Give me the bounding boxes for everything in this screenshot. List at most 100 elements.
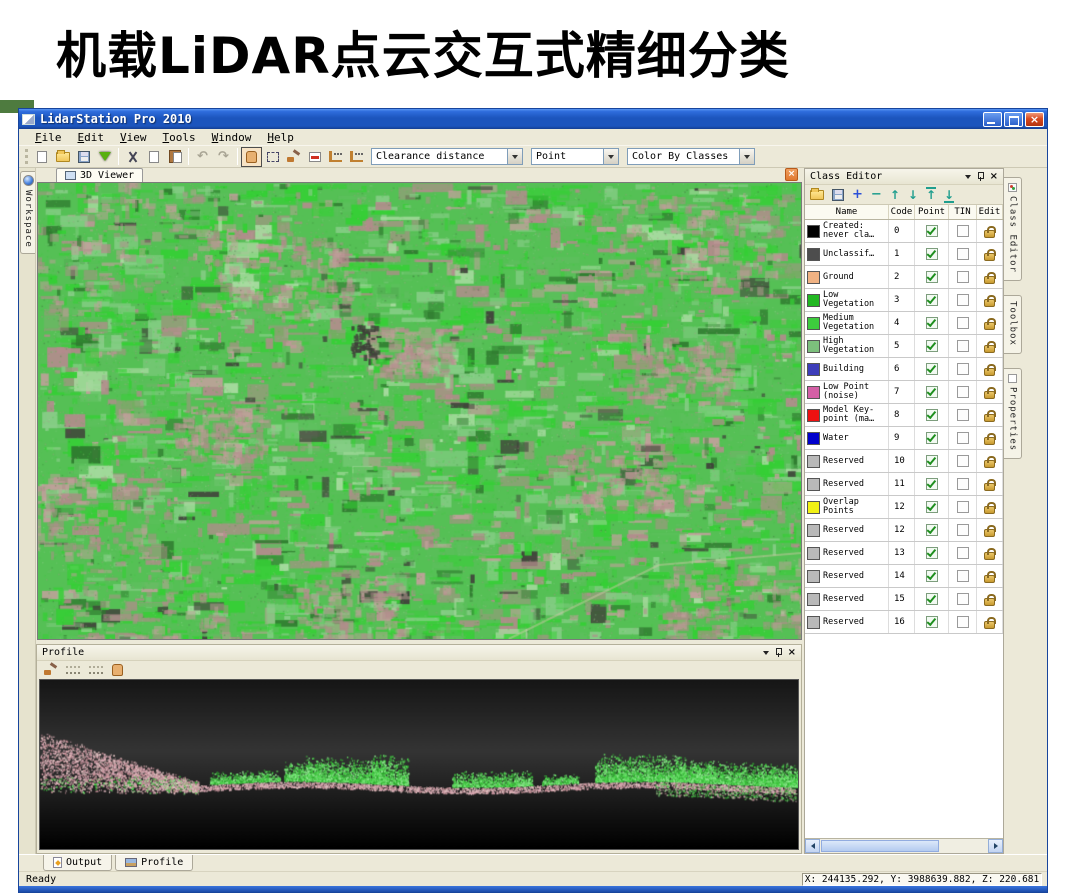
class-row[interactable]: Reserved 14 bbox=[805, 565, 1003, 588]
viewer-close-button[interactable]: × bbox=[785, 168, 798, 181]
profile-brush-icon[interactable] bbox=[44, 664, 57, 675]
tin-checkbox[interactable] bbox=[956, 616, 969, 628]
class-row[interactable]: Ground 2 bbox=[805, 266, 1003, 289]
tin-checkbox[interactable] bbox=[956, 501, 969, 513]
tin-checkbox[interactable] bbox=[956, 432, 969, 444]
load-classes-icon[interactable] bbox=[810, 187, 824, 200]
point-checkbox[interactable] bbox=[925, 593, 938, 605]
move-bottom-icon[interactable]: ↓ bbox=[944, 189, 955, 203]
point-checkbox[interactable] bbox=[925, 478, 938, 490]
tab-properties[interactable]: Properties bbox=[1004, 367, 1022, 460]
minimize-button[interactable] bbox=[983, 111, 1002, 127]
tin-checkbox[interactable] bbox=[956, 409, 969, 421]
lock-icon[interactable] bbox=[984, 616, 996, 629]
class-row[interactable]: Building 6 bbox=[805, 358, 1003, 381]
point-checkbox[interactable] bbox=[925, 386, 938, 398]
tab-profile[interactable]: Profile bbox=[115, 855, 194, 871]
remove-class-icon[interactable]: − bbox=[871, 188, 882, 201]
lock-icon[interactable] bbox=[984, 593, 996, 606]
point-checkbox[interactable] bbox=[925, 294, 938, 306]
close-icon[interactable]: × bbox=[990, 171, 998, 182]
close-button[interactable]: × bbox=[1025, 111, 1044, 127]
class-row[interactable]: Water 9 bbox=[805, 427, 1003, 450]
lock-icon[interactable] bbox=[984, 340, 996, 353]
tin-checkbox[interactable] bbox=[956, 294, 969, 306]
menu-edit[interactable]: Edit bbox=[70, 131, 113, 144]
class-row[interactable]: Model Key-point (ma… 8 bbox=[805, 404, 1003, 427]
open-button[interactable] bbox=[52, 147, 73, 167]
menu-help[interactable]: Help bbox=[259, 131, 302, 144]
menu-view[interactable]: View bbox=[112, 131, 155, 144]
chevron-down-icon[interactable] bbox=[739, 149, 754, 164]
tab-toolbox[interactable]: Toolbox bbox=[1004, 295, 1022, 354]
move-down-icon[interactable]: ↓ bbox=[908, 189, 918, 201]
lock-icon[interactable] bbox=[984, 317, 996, 330]
new-file-button[interactable] bbox=[31, 147, 52, 167]
tin-checkbox[interactable] bbox=[956, 570, 969, 582]
point-checkbox[interactable] bbox=[925, 570, 938, 582]
pin-icon[interactable] bbox=[775, 647, 782, 658]
lock-icon[interactable] bbox=[984, 432, 996, 445]
workspace-tab[interactable]: Workspace bbox=[20, 171, 35, 254]
point-checkbox[interactable] bbox=[925, 317, 938, 329]
lock-icon[interactable] bbox=[984, 248, 996, 261]
point-checkbox[interactable] bbox=[925, 409, 938, 421]
lock-icon[interactable] bbox=[984, 225, 996, 238]
clearance-distance-combo[interactable]: Clearance distance bbox=[371, 148, 523, 165]
paste-button[interactable] bbox=[164, 147, 185, 167]
segment-tool-icon[interactable] bbox=[66, 665, 80, 674]
horizontal-scrollbar[interactable] bbox=[805, 838, 1003, 853]
class-row[interactable]: Reserved 15 bbox=[805, 588, 1003, 611]
tin-checkbox[interactable] bbox=[956, 593, 969, 605]
save-button[interactable] bbox=[73, 147, 94, 167]
point-checkbox[interactable] bbox=[925, 271, 938, 283]
scroll-right-icon[interactable] bbox=[988, 839, 1003, 853]
point-checkbox[interactable] bbox=[925, 340, 938, 352]
point-checkbox[interactable] bbox=[925, 616, 938, 628]
point-combo[interactable]: Point bbox=[531, 148, 619, 165]
tin-checkbox[interactable] bbox=[956, 363, 969, 375]
panel-menu-icon[interactable] bbox=[964, 174, 971, 179]
panel-menu-icon[interactable] bbox=[762, 650, 769, 655]
class-row[interactable]: Overlap Points 12 bbox=[805, 496, 1003, 519]
undo-button[interactable]: ↶ bbox=[192, 147, 213, 167]
menu-tools[interactable]: Tools bbox=[155, 131, 204, 144]
pan-button[interactable] bbox=[241, 146, 262, 167]
lock-icon[interactable] bbox=[984, 271, 996, 284]
class-row[interactable]: Reserved 16 bbox=[805, 611, 1003, 634]
point-checkbox[interactable] bbox=[925, 501, 938, 513]
class-row[interactable]: High Vegetation 5 bbox=[805, 335, 1003, 358]
profile-pan-icon[interactable] bbox=[112, 663, 123, 676]
add-class-icon[interactable]: + bbox=[852, 188, 863, 201]
titlebar[interactable]: LidarStation Pro 2010 × bbox=[19, 109, 1047, 129]
close-icon[interactable]: × bbox=[788, 647, 796, 658]
profile-tool-button[interactable] bbox=[325, 147, 346, 167]
slice-button[interactable] bbox=[304, 147, 325, 167]
color-by-combo[interactable]: Color By Classes bbox=[627, 148, 755, 165]
restore-button[interactable] bbox=[1004, 111, 1023, 127]
tin-checkbox[interactable] bbox=[956, 547, 969, 559]
point-checkbox[interactable] bbox=[925, 225, 938, 237]
lock-icon[interactable] bbox=[984, 294, 996, 307]
move-up-icon[interactable]: ↑ bbox=[890, 189, 900, 201]
tab-output[interactable]: Output bbox=[43, 855, 113, 871]
lock-icon[interactable] bbox=[984, 478, 996, 491]
segment-tool2-icon[interactable] bbox=[89, 665, 103, 674]
rect-select-button[interactable] bbox=[262, 147, 283, 167]
class-row[interactable]: Medium Vegetation 4 bbox=[805, 312, 1003, 335]
profile-tool2-button[interactable] bbox=[346, 147, 367, 167]
tin-checkbox[interactable] bbox=[956, 225, 969, 237]
lock-icon[interactable] bbox=[984, 363, 996, 376]
save-classes-icon[interactable] bbox=[832, 188, 844, 201]
cut-button[interactable] bbox=[122, 147, 143, 167]
scrollbar-thumb[interactable] bbox=[821, 840, 939, 852]
tab-class-editor[interactable]: Class Editor bbox=[1004, 177, 1022, 282]
tin-checkbox[interactable] bbox=[956, 386, 969, 398]
menu-file[interactable]: File bbox=[27, 131, 70, 144]
move-top-icon[interactable]: ↑ bbox=[925, 186, 937, 201]
class-row[interactable]: Reserved 13 bbox=[805, 542, 1003, 565]
lock-icon[interactable] bbox=[984, 455, 996, 468]
tin-checkbox[interactable] bbox=[956, 524, 969, 536]
point-checkbox[interactable] bbox=[925, 248, 938, 260]
profile-view[interactable] bbox=[40, 680, 798, 849]
